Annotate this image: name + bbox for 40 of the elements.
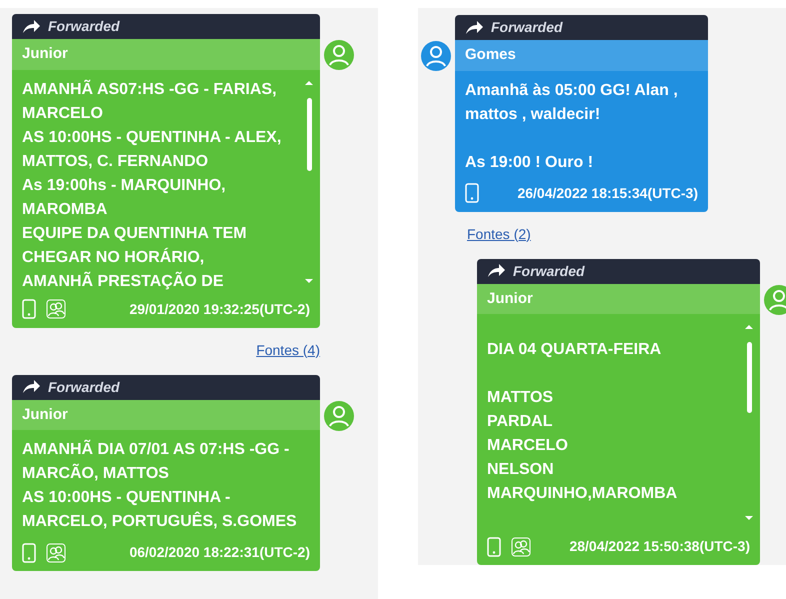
message-text: As 19:00hs - MARQUINHO, MAROMBA xyxy=(22,176,227,220)
message-text: As 19:00 ! Ouro ! xyxy=(465,152,594,172)
sources-link[interactable]: Fontes (4) xyxy=(256,340,320,360)
timestamp: 29/01/2020 19:32:25(UTC-2) xyxy=(129,300,310,319)
timestamp: 26/04/2022 18:15:34(UTC-3) xyxy=(517,184,698,203)
avatar-icon xyxy=(324,40,354,70)
forwarded-label: Forwarded xyxy=(513,262,585,280)
message-text: AMANHÃ DIA 07/01 AS 07:HS -GG - MARCÃO, MATTOS xyxy=(22,438,290,484)
sender-name: Junior xyxy=(477,284,760,314)
sources-link[interactable]: Fontes (2) xyxy=(467,224,531,244)
message-text: NELSON xyxy=(487,460,555,480)
message-text: MATTOS xyxy=(487,388,554,408)
timestamp: 28/04/2022 15:50:38(UTC-3) xyxy=(569,537,750,556)
phone-icon xyxy=(22,299,36,319)
phone-icon xyxy=(22,542,36,562)
forwarded-label: Forwarded xyxy=(48,378,120,396)
message-text: MARCELO xyxy=(487,436,569,456)
avatar-icon xyxy=(421,41,451,71)
forward-arrow-icon xyxy=(465,20,483,34)
sender-name: Junior xyxy=(12,39,320,70)
message-text: AMANHÃ PRESTAÇÃO DE xyxy=(22,270,224,292)
message-text: DIA 04 QUARTA-FEIRA xyxy=(487,340,662,360)
message-text: PARDAL xyxy=(487,412,554,432)
avatar-icon xyxy=(324,400,354,430)
forward-arrow-icon xyxy=(487,264,505,278)
sender-name: Gomes xyxy=(455,40,708,70)
message-text: AS 10:00HS - QUENTINHA - ALEX, MATTOS, C. FERNANDO xyxy=(22,128,282,172)
phone-icon xyxy=(465,183,479,203)
message-text: EQUIPE DA QUENTINHA TEM CHEGAR NO HORÁRIO, xyxy=(22,224,248,268)
forwarded-label: Forwarded xyxy=(491,18,563,37)
message-text: AMANHÃ AS07:HS -GG - FARIAS, MARCELO xyxy=(22,78,278,124)
forward-arrow-icon xyxy=(22,380,40,394)
sender-name: Junior xyxy=(12,400,320,430)
phone-icon xyxy=(487,536,501,556)
message-text: AS 10:00HS - QUENTINHA - MARCELO, PORTUGUÊS, S.GOMES xyxy=(22,488,298,532)
timestamp: 06/02/2020 18:22:31(UTC-2) xyxy=(129,543,310,562)
forward-arrow-icon xyxy=(22,20,40,34)
message-text: MARQUINHO,MAROMBA xyxy=(487,484,678,504)
forwarded-label: Forwarded xyxy=(48,17,120,36)
message-text: Amanhã às 05:00 GG! Alan , mattos , waldecir! xyxy=(465,80,679,124)
